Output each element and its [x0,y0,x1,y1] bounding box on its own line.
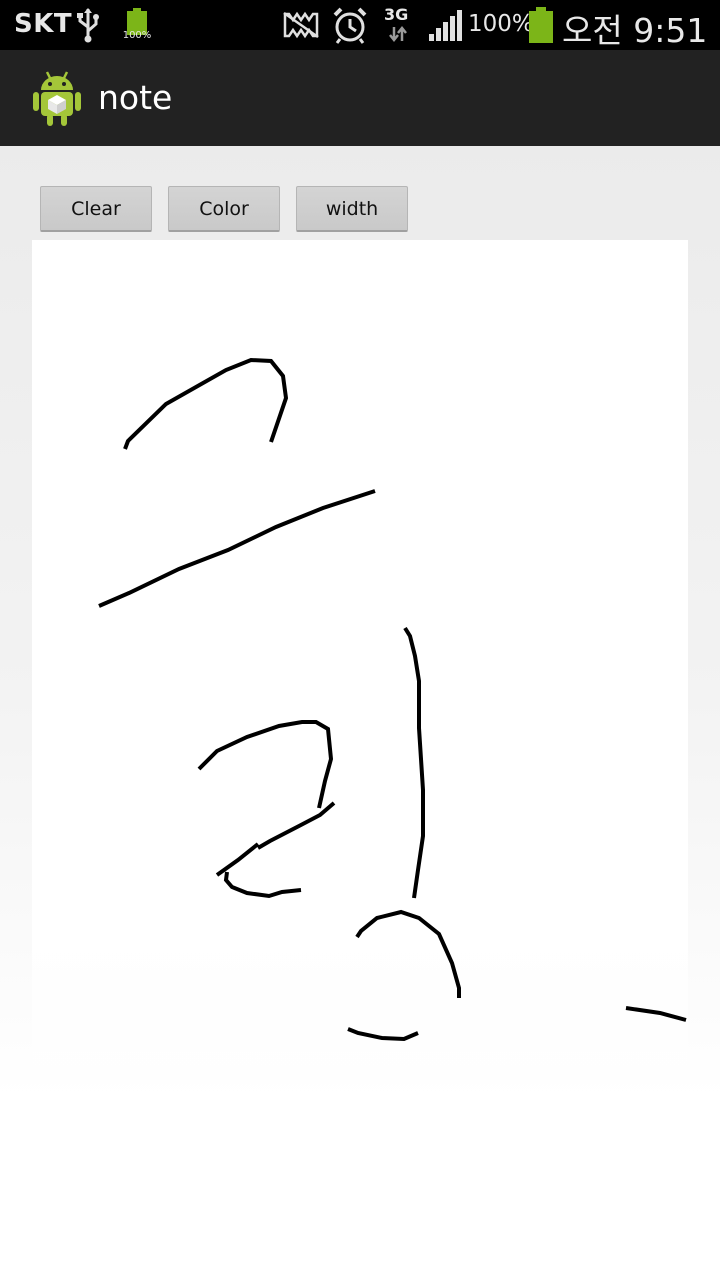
clock: 오전 9:51 [562,11,708,50]
battery-icon [529,7,553,43]
stroke [355,909,461,998]
app-title: note [98,78,173,117]
stroke [98,489,376,608]
stroke [256,801,336,850]
action-bar: note [0,50,720,146]
carrier-label: SKT [14,9,73,39]
stroke [123,357,289,450]
network-type-icon: 3G [382,5,412,45]
battery-percent: 100% [468,11,534,37]
stroke [197,720,334,809]
stroke [223,871,302,899]
no-sim-icon [283,11,319,39]
stroke [347,1027,419,1042]
battery-notification-label: 100% [122,30,152,41]
clear-button[interactable]: Clear [40,186,152,232]
alarm-icon [333,7,367,44]
usb-icon [77,8,99,43]
status-bar: SKT 100% 3G 100% 오전 9:51 [0,0,720,50]
stroke [215,842,260,877]
battery-notification-icon: 100% [122,6,152,44]
canvas-strokes [98,357,687,1042]
android-app-icon [33,71,81,126]
stroke [403,626,425,899]
stroke [625,1006,687,1022]
network-type-label: 3G [384,5,409,24]
width-button[interactable]: width [296,186,408,232]
color-button[interactable]: Color [168,186,280,232]
drawing-canvas[interactable] [32,240,688,1200]
signal-icon [429,10,462,41]
